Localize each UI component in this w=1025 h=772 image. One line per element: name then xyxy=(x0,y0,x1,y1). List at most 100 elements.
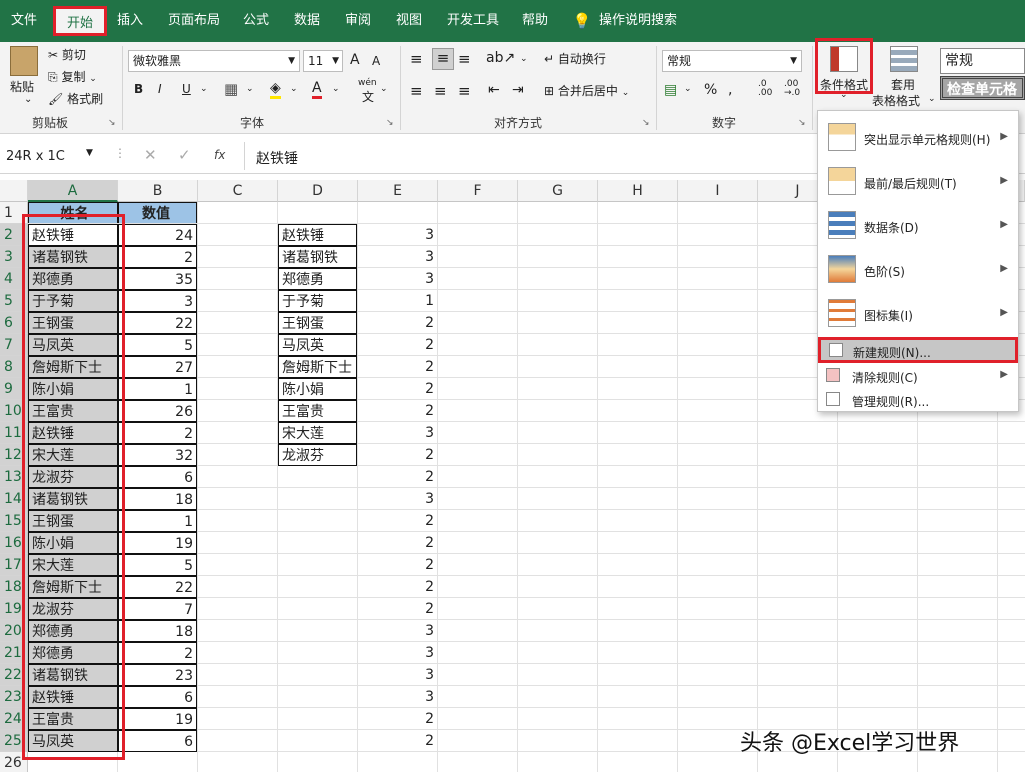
tab-developer[interactable]: 开发工具 xyxy=(441,0,505,42)
enter-icon[interactable]: ✓ xyxy=(178,146,191,164)
cell-b[interactable]: 6 xyxy=(118,730,197,752)
cell-b[interactable]: 19 xyxy=(118,532,197,554)
cell-d[interactable]: 于予菊 xyxy=(278,290,357,312)
cell-b[interactable]: 18 xyxy=(118,620,197,642)
decrease-decimal-icon[interactable]: .00 →.0 xyxy=(784,80,800,98)
cell-b[interactable]: 7 xyxy=(118,598,197,620)
italic-button[interactable]: I xyxy=(158,82,162,96)
menu-item-color-scales[interactable]: 色阶(S) ▶ xyxy=(818,251,1018,291)
table-format-button-2[interactable]: 表格格式 xyxy=(872,92,920,109)
column-header-b[interactable]: B xyxy=(118,180,198,202)
cell-e[interactable]: 2 xyxy=(358,708,437,730)
merge-center-button[interactable]: ⊞ 合并后居中 ⌄ xyxy=(544,82,629,99)
clipboard-launcher-icon[interactable]: ↘ xyxy=(108,118,116,128)
tab-file[interactable]: 文件 xyxy=(4,0,44,42)
cell-e[interactable]: 3 xyxy=(358,422,437,444)
cell-b[interactable]: 2 xyxy=(118,642,197,664)
paste-button[interactable]: 粘贴 xyxy=(10,78,34,95)
column-header-e[interactable]: E xyxy=(358,180,438,202)
align-left-icon[interactable]: ≡ xyxy=(410,82,423,100)
tab-insert[interactable]: 插入 xyxy=(112,0,148,42)
copy-button[interactable]: ⎘ 复制 ⌄ xyxy=(48,68,97,85)
tab-home[interactable]: 开始 xyxy=(53,6,107,36)
currency-icon[interactable]: ▤ xyxy=(664,82,677,98)
font-color-icon[interactable]: A xyxy=(312,80,322,99)
column-header-i[interactable]: I xyxy=(678,180,758,202)
cell-d[interactable]: 宋大莲 xyxy=(278,422,357,444)
font-name-select[interactable]: 微软雅黑 ▼ xyxy=(128,50,300,72)
cell-e[interactable]: 2 xyxy=(358,378,437,400)
cell-d[interactable]: 詹姆斯下士 xyxy=(278,356,357,378)
cell-e[interactable]: 3 xyxy=(358,620,437,642)
cell-d[interactable]: 龙淑芬 xyxy=(278,444,357,466)
menu-item-data-bars[interactable]: 数据条(D) ▶ xyxy=(818,207,1018,247)
cell-e[interactable]: 2 xyxy=(358,510,437,532)
font-launcher-icon[interactable]: ↘ xyxy=(386,118,394,128)
cell-d[interactable]: 马凤英 xyxy=(278,334,357,356)
cell-b[interactable]: 35 xyxy=(118,268,197,290)
format-painter-button[interactable]: 🖌 格式刷 xyxy=(48,90,103,107)
cell-e[interactable]: 2 xyxy=(358,598,437,620)
column-header-g[interactable]: G xyxy=(518,180,598,202)
orientation-icon[interactable]: ab↗ xyxy=(486,50,515,66)
underline-button[interactable]: U xyxy=(182,82,191,96)
border-icon[interactable]: ▦ xyxy=(224,80,238,98)
table-format-dropdown-icon[interactable]: ⌄ xyxy=(928,94,936,104)
cell-b[interactable]: 3 xyxy=(118,290,197,312)
font-size-select[interactable]: 11 ▼ xyxy=(303,50,343,72)
cell-b[interactable]: 5 xyxy=(118,334,197,356)
underline-dropdown-icon[interactable]: ⌄ xyxy=(200,84,208,94)
increase-decimal-icon[interactable]: .0.00 xyxy=(758,80,772,98)
cell-e[interactable]: 3 xyxy=(358,664,437,686)
grow-font-button[interactable]: A xyxy=(350,52,360,68)
cell-b[interactable]: 24 xyxy=(118,224,197,246)
cell-e[interactable]: 3 xyxy=(358,686,437,708)
conditional-dropdown-icon[interactable]: ⌄ xyxy=(840,90,848,100)
cell-d[interactable]: 赵铁锤 xyxy=(278,224,357,246)
menu-item-clear-rules[interactable]: 清除规则(C) ▶ xyxy=(818,365,1018,387)
decrease-indent-icon[interactable]: ⇤ xyxy=(488,82,500,98)
paste-dropdown-icon[interactable]: ⌄ xyxy=(24,94,32,105)
border-dropdown-icon[interactable]: ⌄ xyxy=(246,84,254,94)
increase-indent-icon[interactable]: ⇥ xyxy=(512,82,524,98)
cell-d[interactable]: 王富贵 xyxy=(278,400,357,422)
name-box[interactable]: 24R x 1C xyxy=(6,149,65,164)
cell-e[interactable]: 2 xyxy=(358,466,437,488)
tab-help[interactable]: 帮助 xyxy=(517,0,553,42)
cell-b[interactable]: 27 xyxy=(118,356,197,378)
cell-d[interactable]: 诸葛钢铁 xyxy=(278,246,357,268)
column-header-h[interactable]: H xyxy=(598,180,678,202)
menu-item-icon-sets[interactable]: 图标集(I) ▶ xyxy=(818,295,1018,335)
column-header-f[interactable]: F xyxy=(438,180,518,202)
cell-e[interactable]: 2 xyxy=(358,400,437,422)
cancel-icon[interactable]: ✕ xyxy=(144,146,157,164)
align-top-icon[interactable]: ≡ xyxy=(410,50,423,68)
cell-d[interactable]: 郑德勇 xyxy=(278,268,357,290)
cell-d[interactable]: 陈小娟 xyxy=(278,378,357,400)
cell-e[interactable]: 2 xyxy=(358,730,437,752)
cell-b[interactable]: 22 xyxy=(118,312,197,334)
phonetic-icon[interactable]: wén xyxy=(358,78,377,88)
cut-button[interactable]: ✂ 剪切 xyxy=(48,46,86,63)
cell-b[interactable]: 19 xyxy=(118,708,197,730)
number-launcher-icon[interactable]: ↘ xyxy=(798,118,806,128)
style-check-cell[interactable]: 检查单元格 xyxy=(940,76,1025,100)
cell-e[interactable]: 2 xyxy=(358,312,437,334)
cell-e[interactable]: 3 xyxy=(358,488,437,510)
insert-function-icon[interactable]: fx xyxy=(214,148,225,162)
align-right-icon[interactable]: ≡ xyxy=(458,82,471,100)
cell-e[interactable]: 3 xyxy=(358,268,437,290)
tab-data[interactable]: 数据 xyxy=(289,0,325,42)
cell-b[interactable]: 32 xyxy=(118,444,197,466)
tab-review[interactable]: 审阅 xyxy=(340,0,376,42)
menu-item-new-rule[interactable]: 新建规则(N)... xyxy=(818,337,1018,363)
fill-color-icon[interactable]: ◈ xyxy=(270,80,281,99)
cell-b[interactable]: 2 xyxy=(118,246,197,268)
percent-button[interactable]: % xyxy=(704,82,717,98)
column-header-d[interactable]: D xyxy=(278,180,358,202)
cell-e[interactable]: 2 xyxy=(358,532,437,554)
cell-b[interactable]: 1 xyxy=(118,378,197,400)
cell-b[interactable]: 23 xyxy=(118,664,197,686)
cell-e[interactable]: 2 xyxy=(358,444,437,466)
cell-e[interactable]: 2 xyxy=(358,554,437,576)
